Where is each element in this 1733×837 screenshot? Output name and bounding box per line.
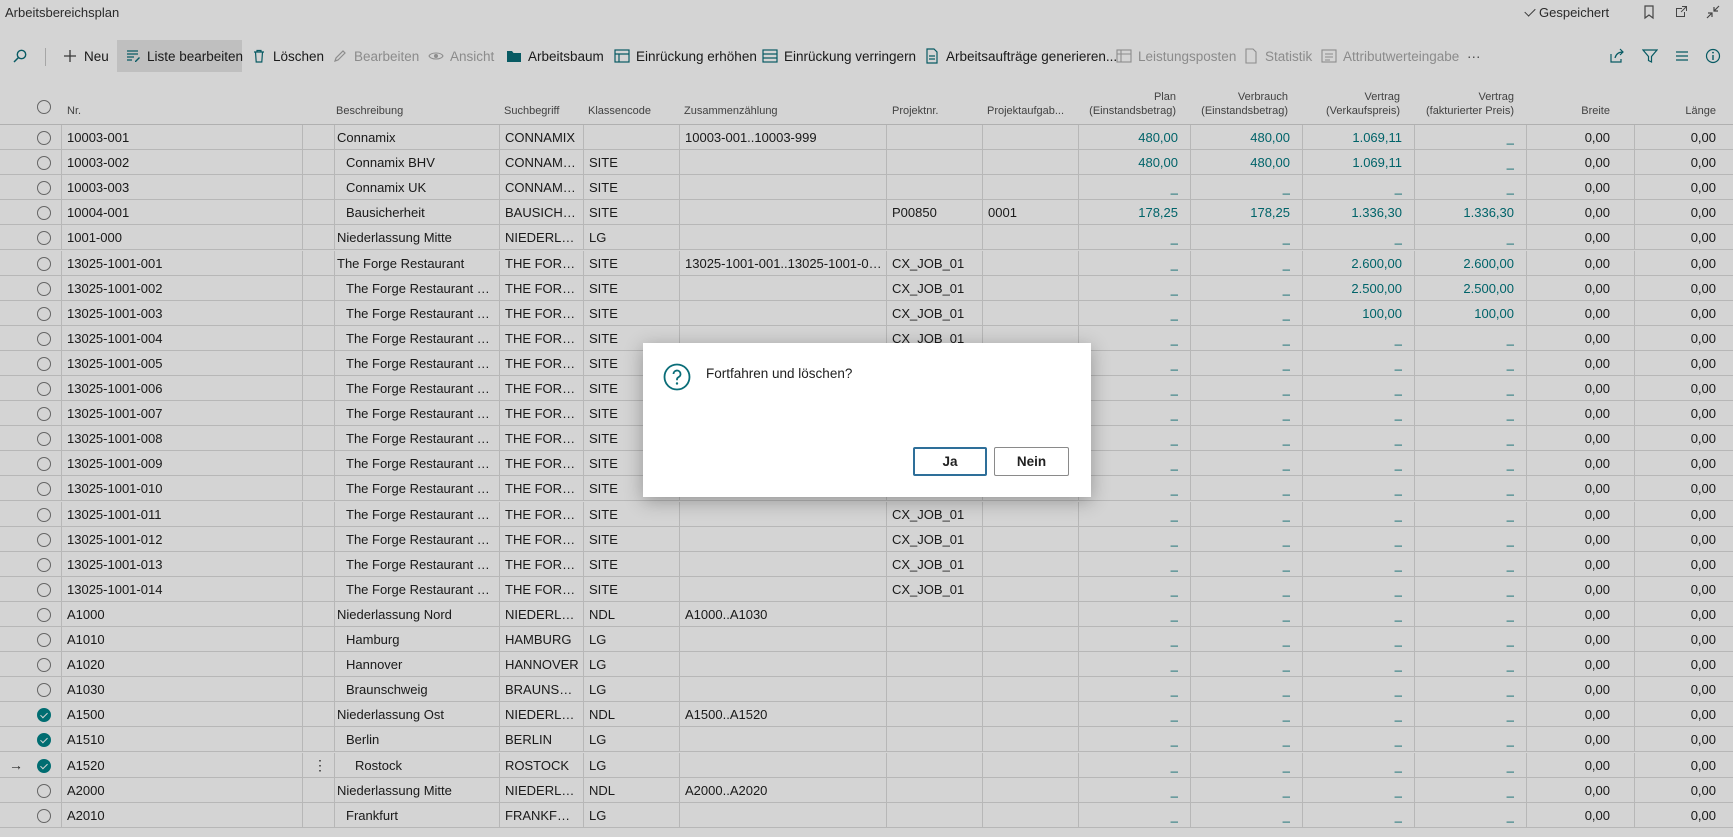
confirm-delete-dialog: Fortfahren und löschen? Ja Nein (643, 343, 1091, 497)
app-window: Arbeitsbereichsplan Gespeichert Neu List… (0, 0, 1733, 837)
question-icon (663, 363, 691, 391)
yes-button[interactable]: Ja (913, 447, 987, 476)
dialog-message: Fortfahren und löschen? (706, 366, 853, 381)
no-button[interactable]: Nein (994, 447, 1069, 476)
